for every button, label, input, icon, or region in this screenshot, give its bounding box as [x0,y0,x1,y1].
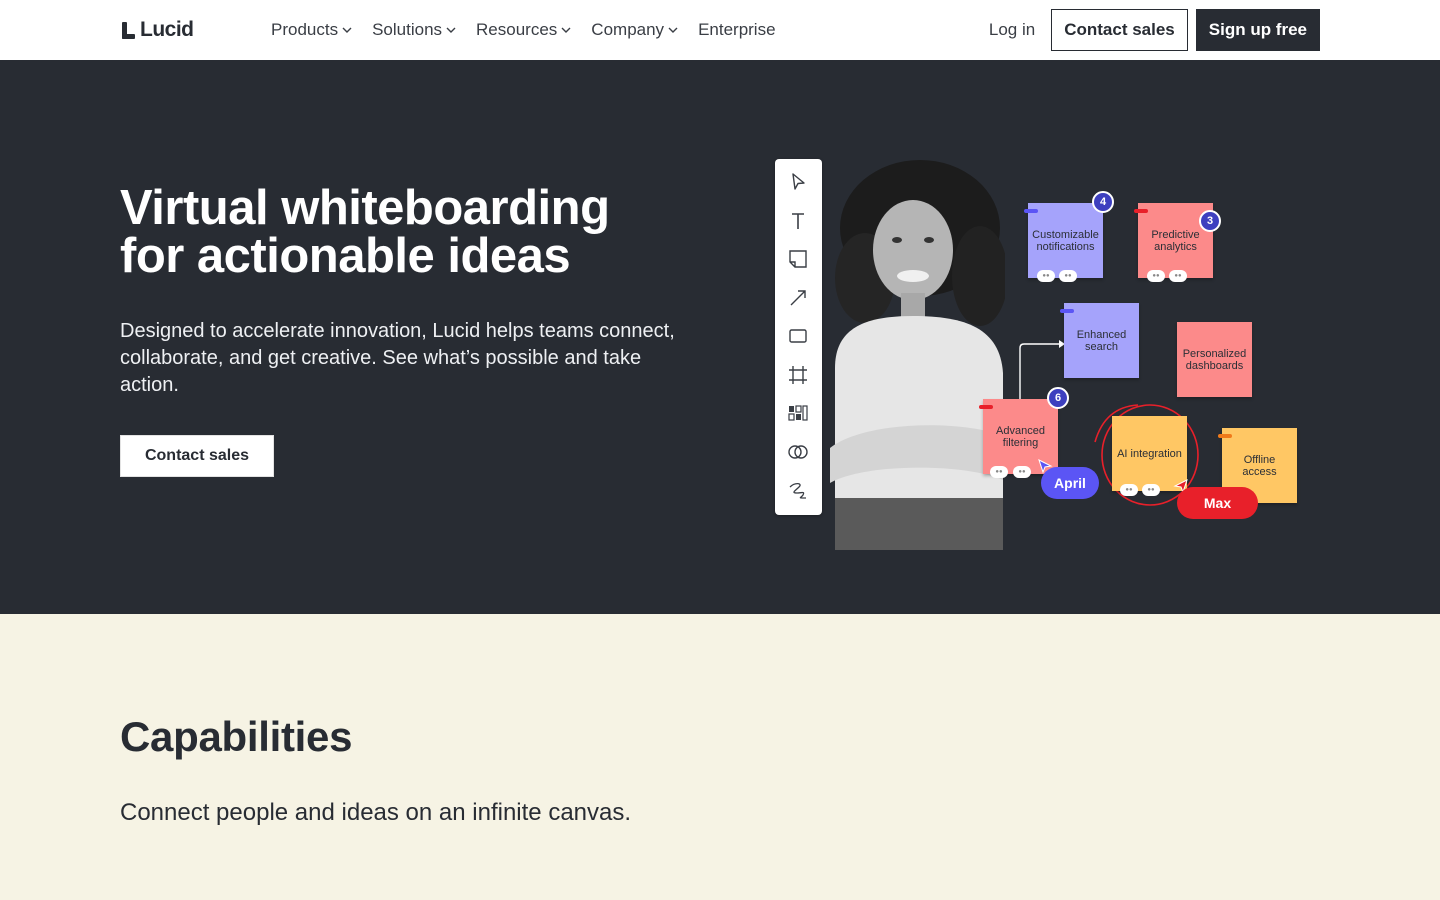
shape-rectangle-icon [787,325,809,347]
sticky-note[interactable]: Personalized dashboards [1177,322,1252,397]
sticky-label: Personalized dashboards [1182,347,1247,372]
person-photo [830,160,1005,550]
hero-section: Virtual whiteboarding for actionable ide… [0,60,1440,614]
select-pointer-icon [787,171,809,193]
reaction-icon: ●● [1120,484,1138,496]
collaborator-cursor-max: Max [1177,487,1258,519]
menu-item-label: Enterprise [698,20,776,39]
templates-icon [787,402,809,424]
lucid-logo[interactable]: Lucid [122,18,194,42]
sticky-label: Advanced filtering [996,424,1045,449]
text-tool-icon [787,210,809,232]
reaction-icon: ●● [1142,484,1160,496]
menu-item-label: Solutions [372,20,443,39]
frame-icon [787,364,809,386]
chevron-down-icon [446,25,456,35]
menu-item-company[interactable]: Company [591,20,678,40]
top-nav: Lucid Products Solutions Resources Compa… [0,0,1440,60]
contact-sales-button[interactable]: Contact sales [1051,9,1188,51]
whiteboard-toolbar [775,159,822,515]
sticky-note[interactable]: Customizable notifications [1028,203,1103,278]
menu-item-label: Products [271,20,339,39]
shapes-overlap-icon [787,441,809,463]
chevron-down-icon [342,25,352,35]
reaction-icon: ●● [990,466,1008,478]
vote-count-badge: 3 [1199,210,1221,232]
logo-text: Lucid [140,18,194,41]
freehand-draw-icon [787,479,809,501]
reaction-icon: ●● [1147,270,1165,282]
sticky-tag [1134,209,1148,213]
vote-count-badge: 4 [1092,191,1114,213]
sticky-tag [1060,309,1074,313]
hero-title-line: for actionable ideas [120,229,571,283]
sticky-label: Enhanced search [1076,328,1127,353]
sticky-label: Predictive analytics [1151,228,1200,253]
sticky-label: Customizable notifications [1032,228,1099,253]
reaction-icon: ●● [1059,270,1077,282]
sticky-note-icon [787,248,809,270]
login-link[interactable]: Log in [989,20,1035,40]
menu-item-resources[interactable]: Resources [476,20,571,40]
hero-title: Virtual whiteboarding for actionable ide… [120,181,720,283]
capabilities-subtitle: Connect people and ideas on an infinite … [120,799,632,826]
sticky-note[interactable]: Enhanced search [1064,303,1139,378]
line-arrow-icon [787,287,809,309]
lucid-logo-icon [122,21,136,39]
sticky-tag [1218,434,1232,438]
menu-item-label: Resources [476,20,558,39]
hero-contact-sales-button[interactable]: Contact sales [120,435,274,477]
capabilities-title: Capabilities [120,713,353,760]
reaction-icon: ●● [1169,270,1187,282]
hero-subtitle: Designed to accelerate innovation, Lucid… [120,320,675,396]
menu-item-products[interactable]: Products [271,20,352,40]
sign-up-button[interactable]: Sign up free [1195,9,1320,51]
sticky-tag [979,405,993,409]
vote-count-badge: 6 [1047,387,1069,409]
menu-item-enterprise[interactable]: Enterprise [698,20,775,40]
nav-actions: Log in Contact sales Sign up free [989,9,1320,51]
hero-title-line: Virtual whiteboarding [120,181,610,235]
menu-item-label: Company [591,20,665,39]
sticky-label: AI integration [1117,447,1182,460]
menu-item-solutions[interactable]: Solutions [372,20,456,40]
reaction-icon: ●● [1013,466,1031,478]
sticky-tag [1024,209,1038,213]
chevron-down-icon [561,25,571,35]
chevron-down-icon [668,25,678,35]
reaction-icon: ●● [1037,270,1055,282]
sticky-label: Offline access [1242,453,1277,478]
main-menu: Products Solutions Resources Company Ent… [271,0,796,60]
collaborator-cursor-april: April [1041,467,1099,499]
